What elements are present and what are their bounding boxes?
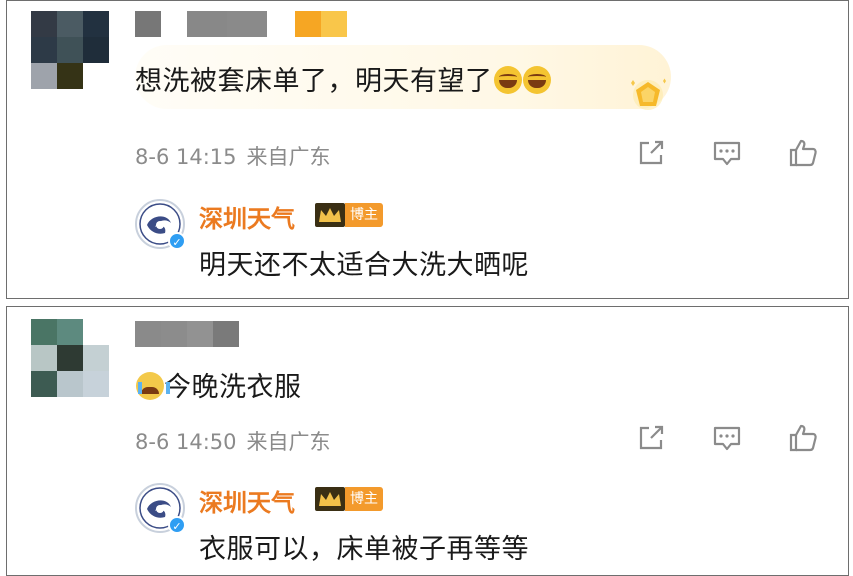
- crown-icon: [315, 487, 345, 511]
- verified-icon: ✓: [168, 232, 186, 250]
- comment-text: 想洗被套床单了，明天有望了: [135, 59, 551, 98]
- like-icon[interactable]: [788, 138, 818, 168]
- reply-author-name[interactable]: 深圳天气: [199, 199, 295, 234]
- reply-text: 明天还不太适合大洗大晒呢: [199, 250, 529, 281]
- reply-text: 衣服可以，床单被子再等等: [199, 534, 529, 565]
- reply-author-name[interactable]: 深圳天气: [199, 483, 295, 518]
- comment-date: 8-6 14:15: [135, 145, 237, 169]
- like-icon[interactable]: [788, 423, 818, 453]
- share-icon[interactable]: [636, 138, 666, 168]
- comment-card-2: 今晚洗衣服 8-6 14:50 来自广东 ✓ 深圳天气 博主 衣服可以，床单被子再…: [6, 306, 849, 576]
- crying-emoji-icon: [136, 372, 170, 400]
- avatar[interactable]: [31, 319, 109, 397]
- comment-meta: 8-6 14:15 来自广东: [135, 141, 341, 171]
- comment-body: 今晚洗衣服: [164, 372, 302, 403]
- author-tag: 博主: [345, 203, 383, 227]
- comment-actions: [636, 138, 818, 168]
- comment-actions: [636, 423, 818, 453]
- comment-icon[interactable]: [712, 138, 742, 168]
- username-blurred[interactable]: [135, 321, 239, 347]
- verified-icon: ✓: [168, 516, 186, 534]
- comment-meta: 8-6 14:50 来自广东: [135, 426, 341, 456]
- comment-text: 今晚洗衣服: [135, 365, 302, 404]
- crown-icon: [315, 203, 345, 227]
- laugh-cry-emoji-icon: [522, 66, 551, 94]
- username-blurred[interactable]: [135, 11, 347, 37]
- author-tag: 博主: [345, 487, 383, 511]
- laugh-cry-emoji-icon: [493, 66, 522, 94]
- comment-icon[interactable]: [712, 423, 742, 453]
- comment-location: 来自广东: [246, 430, 331, 454]
- reply-avatar[interactable]: ✓: [135, 483, 186, 534]
- share-icon[interactable]: [636, 423, 666, 453]
- avatar[interactable]: [31, 11, 109, 89]
- comment-location: 来自广东: [246, 145, 331, 169]
- comment-date: 8-6 14:50: [135, 430, 237, 454]
- comment-card-1: 想洗被套床单了，明天有望了 8-6 14:15 来自广东 ✓ 深圳天气 博主 明…: [6, 0, 849, 299]
- badge-gem-icon: [631, 78, 666, 110]
- comment-body: 想洗被套床单了，明天有望了: [135, 66, 493, 97]
- reply-avatar[interactable]: ✓: [135, 199, 186, 250]
